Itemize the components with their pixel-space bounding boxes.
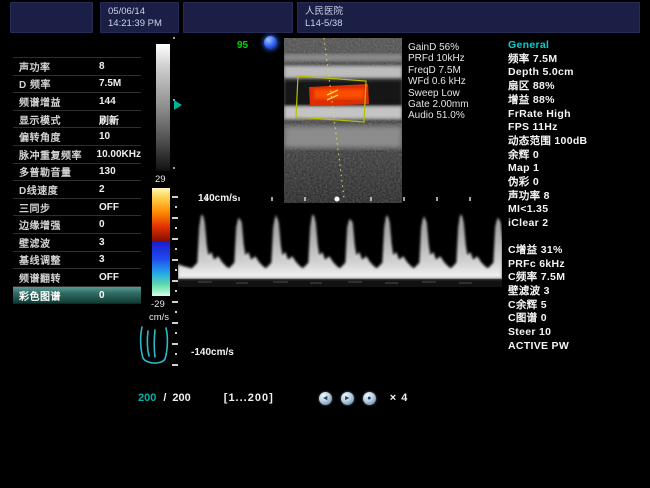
- depth-marker-dot: [173, 167, 175, 169]
- time-text: 14:21:39 PM: [108, 18, 178, 30]
- sweep-position-dot: [335, 197, 340, 202]
- param-line: FPS 11Hz: [508, 121, 648, 135]
- param-row-spectral-gain[interactable]: 频谱增益 144: [13, 93, 141, 111]
- probe-model: L14-5/38: [305, 18, 639, 30]
- param-row-display-mode[interactable]: 显示模式 刷新: [13, 111, 141, 129]
- color-scale-max: 29: [155, 174, 166, 185]
- param-line: Sweep Low: [408, 88, 469, 99]
- param-line: Gate 2.00mm: [408, 99, 469, 110]
- param-line: Depth 5.0cm: [508, 66, 648, 80]
- param-row-d-frequency[interactable]: D 频率 7.5M: [13, 76, 141, 94]
- grayscale-map-bar: [156, 44, 170, 171]
- color-scale-unit: cm/s: [149, 312, 169, 323]
- param-row-wall-filter[interactable]: 壁滤波 3: [13, 234, 141, 252]
- param-line: 增益 88%: [508, 94, 648, 108]
- bmode-image[interactable]: [284, 38, 402, 203]
- date-text: 05/06/14: [108, 6, 178, 18]
- param-row-doppler-volume[interactable]: 多普勒音量 130: [13, 164, 141, 182]
- param-row-prf[interactable]: 脉冲重复频率 10.00KHz: [13, 146, 141, 164]
- param-row-steer-angle[interactable]: 偏转角度 10: [13, 128, 141, 146]
- ultrasound-screen: 05/06/14 14:21:39 PM 人民医院 L14-5/38 声功率 8…: [0, 0, 650, 488]
- prev-frame-icon: ◄: [319, 392, 332, 405]
- param-row-d-line-speed[interactable]: D线速度 2: [13, 181, 141, 199]
- color-bar-warm-half: [152, 188, 170, 242]
- param-line: 余辉 0: [508, 149, 648, 163]
- hospital-probe-box: 人民医院 L14-5/38: [297, 2, 640, 33]
- cine-total-frames: 200: [172, 392, 190, 404]
- param-line: GainD 56%: [408, 42, 469, 53]
- param-line: C频率 7.5M: [508, 271, 648, 285]
- left-parameter-panel: 声功率 8 D 频率 7.5M 频谱增益 144 显示模式 刷新 偏转角度 10…: [13, 57, 141, 304]
- cine-current-frame: 200: [138, 392, 156, 404]
- cine-stop-button[interactable]: ●: [363, 392, 376, 405]
- param-line: 扇区 88%: [508, 80, 648, 94]
- param-line: PRFc 6kHz: [508, 258, 648, 272]
- active-mode-label: ACTIVE PW: [508, 340, 648, 354]
- param-row-color-map-selected[interactable]: 彩色图谱 0: [13, 287, 141, 305]
- cine-play-button[interactable]: ►: [341, 392, 354, 405]
- right-parameter-panel: General 频率 7.5M Depth 5.0cm 扇区 88% 增益 88…: [508, 39, 648, 353]
- general-section-header: General: [508, 39, 648, 53]
- spectral-doppler-trace[interactable]: [178, 193, 502, 365]
- param-line: 壁滤波 3: [508, 285, 648, 299]
- param-line: C余辉 5: [508, 299, 648, 313]
- stop-icon: ●: [363, 392, 376, 405]
- param-line: Audio 51.0%: [408, 110, 469, 121]
- param-row-triplex[interactable]: 三同步 OFF: [13, 199, 141, 217]
- b-gain-value: 95: [237, 40, 248, 51]
- cine-playback-bar: 200 / 200 [1...200] ◄ ► ● × 4: [138, 390, 408, 406]
- doppler-parameter-overlay: GainD 56% PRFd 10kHz FreqD 7.5M WFd 0.6 …: [408, 42, 469, 122]
- param-line: Map 1: [508, 162, 648, 176]
- spectral-waveform: [178, 215, 502, 278]
- cine-separator: /: [163, 392, 166, 404]
- tissue-layer-band: [284, 54, 402, 61]
- param-row-acoustic-power[interactable]: 声功率 8: [13, 58, 141, 76]
- param-line: 声功率 8: [508, 190, 648, 204]
- param-line: 伪彩 0: [508, 176, 648, 190]
- param-line: WFd 0.6 kHz: [408, 76, 469, 87]
- param-line: C图谱 0: [508, 312, 648, 326]
- param-line: MI<1.35: [508, 203, 648, 217]
- param-line: FrRate High: [508, 108, 648, 122]
- param-line: 频率 7.5M: [508, 53, 648, 67]
- color-doppler-bar: [152, 188, 170, 296]
- exam-info-box: [183, 2, 293, 33]
- param-line: FreqD 7.5M: [408, 65, 469, 76]
- cine-speed-multiplier: × 4: [390, 392, 409, 404]
- param-row-edge-enhance[interactable]: 边缘增强 0: [13, 216, 141, 234]
- param-line: iClear 2: [508, 217, 648, 231]
- param-row-baseline[interactable]: 基线调整 3: [13, 252, 141, 270]
- depth-marker-dot: [173, 37, 175, 39]
- focus-position-arrow-icon[interactable]: [174, 100, 182, 110]
- body-marker-icon[interactable]: [139, 324, 171, 370]
- patient-info-box: [10, 2, 93, 33]
- cine-prev-button[interactable]: ◄: [319, 392, 332, 405]
- datetime-box: 05/06/14 14:21:39 PM: [100, 2, 179, 33]
- color-flow-core: [314, 89, 364, 99]
- play-icon: ►: [341, 392, 354, 405]
- cine-frame-range: [1...200]: [224, 392, 274, 404]
- deep-tissue-band: [284, 126, 402, 148]
- param-line: Steer 10: [508, 326, 648, 340]
- color-bar-cool-half: [152, 242, 170, 296]
- spectral-mirror-noise: [178, 280, 502, 287]
- param-row-spectrum-invert[interactable]: 频谱翻转 OFF: [13, 269, 141, 287]
- param-line: C增益 31%: [508, 244, 648, 258]
- hospital-name: 人民医院: [305, 6, 639, 18]
- param-line: 动态范围 100dB: [508, 135, 648, 149]
- param-line: PRFd 10kHz: [408, 53, 469, 64]
- freeze-indicator-icon: [264, 36, 277, 49]
- color-scale-min: -29: [151, 299, 165, 310]
